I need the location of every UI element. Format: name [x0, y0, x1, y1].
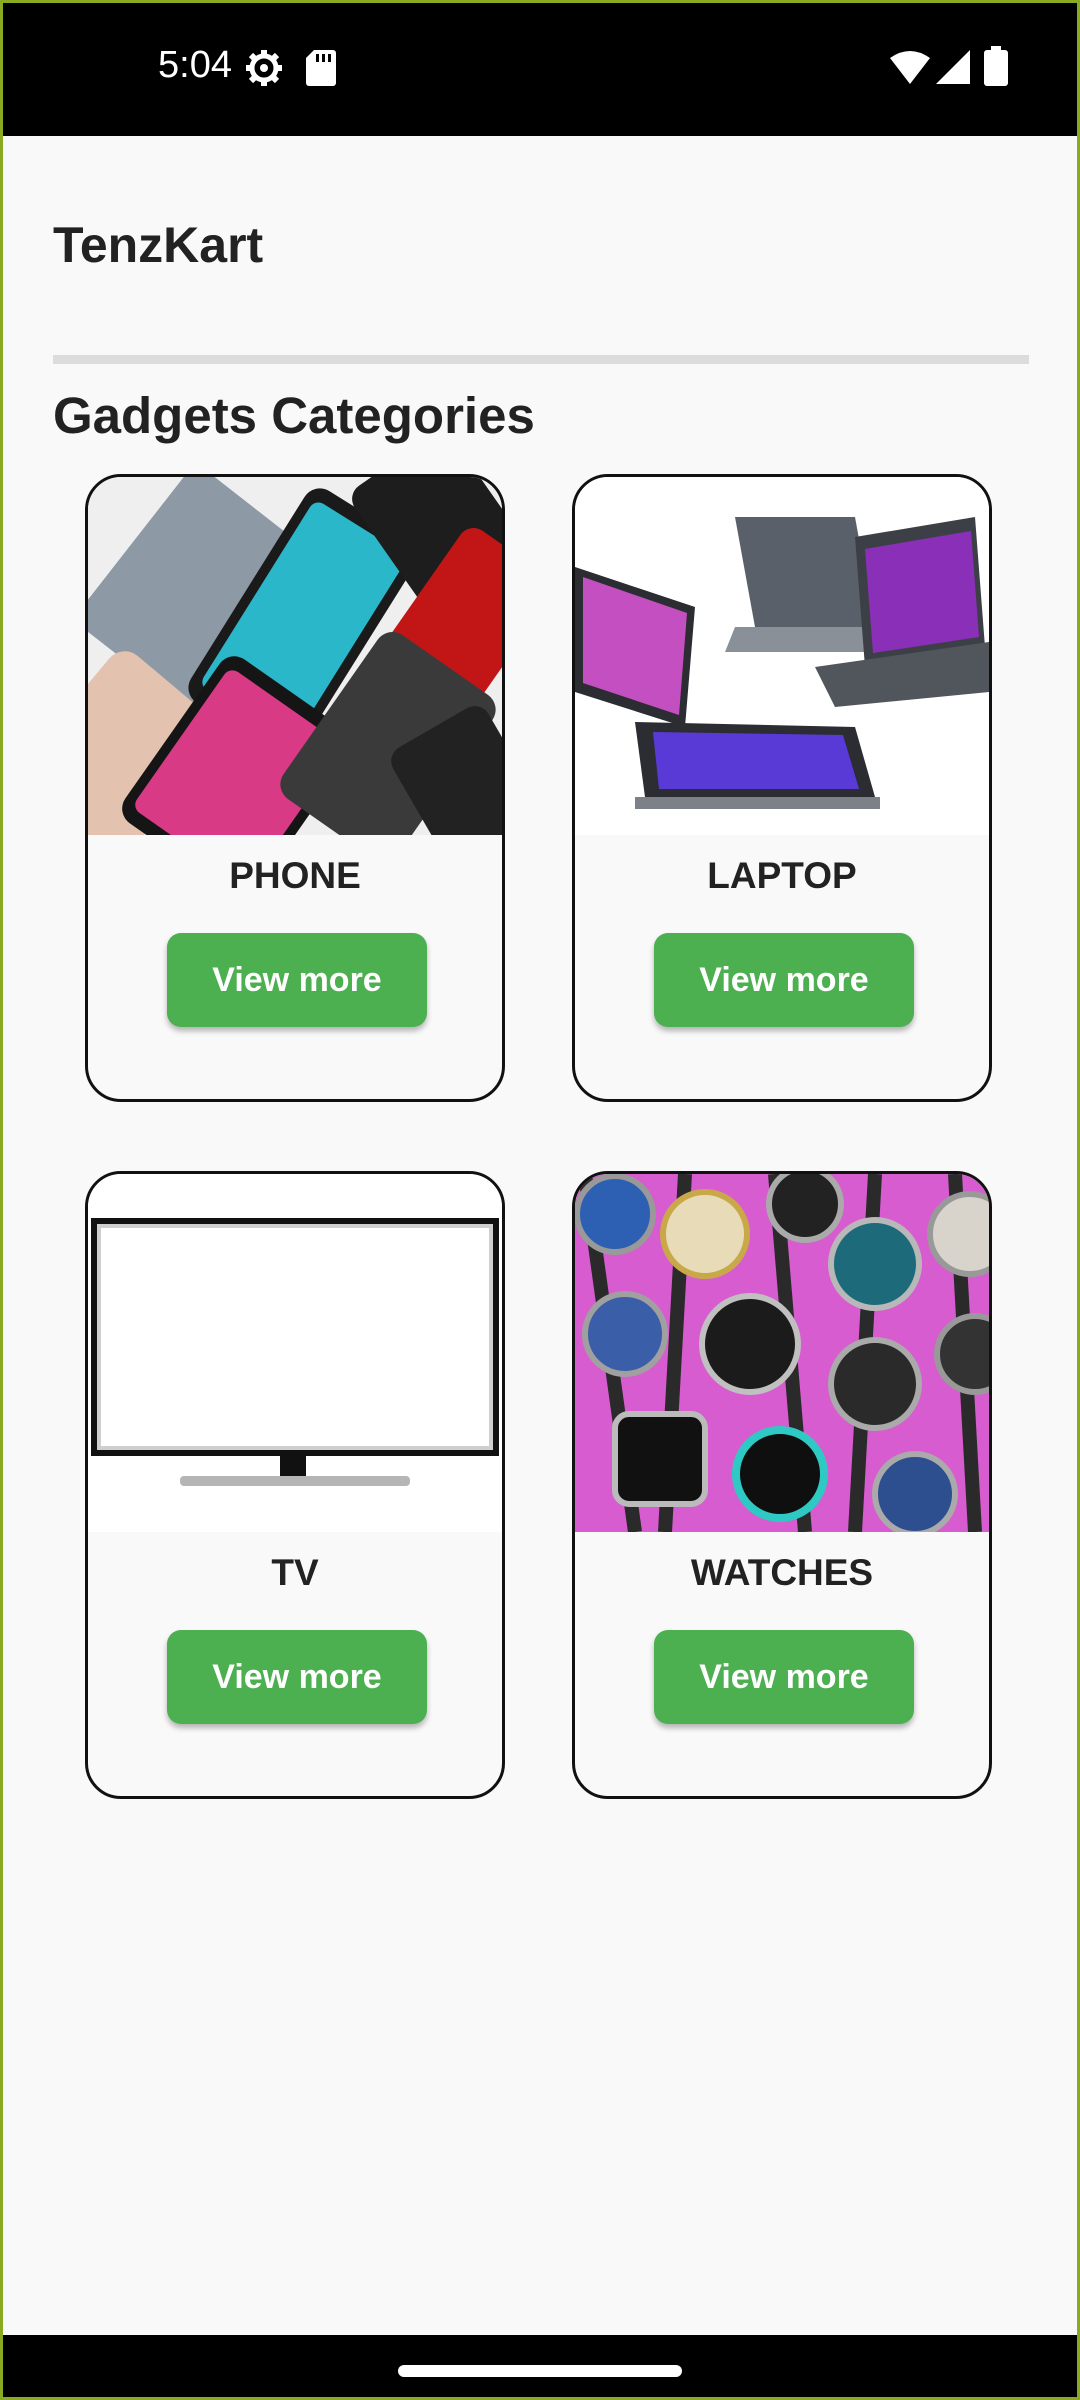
home-gesture-handle[interactable] — [398, 2365, 682, 2377]
view-more-button-laptop[interactable]: View more — [654, 933, 914, 1027]
sd-card-icon — [306, 50, 336, 86]
category-card-phone: PHONE View more — [85, 474, 505, 1102]
cellular-signal-icon — [936, 50, 970, 84]
category-card-watches: WATCHES View more — [572, 1171, 992, 1799]
watches-image — [575, 1174, 989, 1532]
laptops-image — [575, 477, 989, 835]
status-bar: 5:04 — [0, 0, 1080, 136]
category-label-laptop: LAPTOP — [707, 855, 857, 896]
view-more-button-phone[interactable]: View more — [167, 933, 427, 1027]
wifi-icon — [890, 51, 930, 84]
battery-icon — [984, 46, 1008, 86]
category-label-tv: TV — [271, 1552, 319, 1593]
view-more-button-tv[interactable]: View more — [167, 1630, 427, 1724]
header-divider — [53, 355, 1029, 364]
view-more-button-watches[interactable]: View more — [654, 1630, 914, 1724]
category-card-laptop: LAPTOP View more — [572, 474, 992, 1102]
settings-gear-icon — [246, 50, 282, 86]
navigation-bar — [0, 2335, 1080, 2400]
app-title: TenzKart — [53, 217, 264, 273]
app-screen: TenzKart Gadgets Categories PHONE View m… — [3, 136, 1077, 2335]
tv-image — [88, 1174, 502, 1532]
status-time: 5:04 — [158, 44, 232, 86]
category-card-tv: TV View more — [85, 1171, 505, 1799]
phones-image — [88, 477, 502, 835]
category-label-phone: PHONE — [229, 855, 361, 896]
section-title: Gadgets Categories — [53, 387, 535, 444]
category-label-watches: WATCHES — [690, 1552, 874, 1593]
